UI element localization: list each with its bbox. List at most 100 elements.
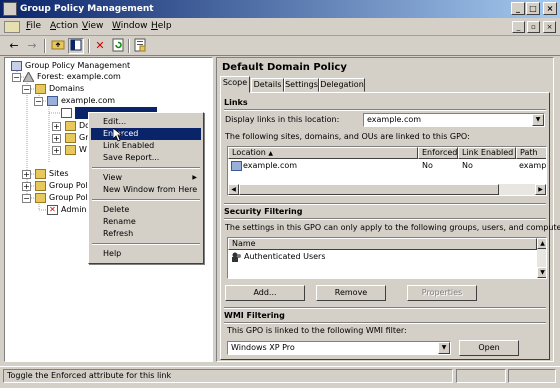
- expander-sites[interactable]: +: [22, 170, 31, 179]
- scroll-up-icon[interactable]: ▲: [537, 238, 546, 249]
- column-link-enabled[interactable]: Link Enabled: [458, 147, 516, 159]
- menu-item-link-enabled[interactable]: Link Enabled: [91, 140, 201, 152]
- menu-item-delete[interactable]: Delete: [91, 204, 201, 216]
- tree-node-gp-results-label: Group Poli: [49, 193, 90, 202]
- links-heading: Links: [224, 98, 248, 107]
- row-enforced: No: [422, 161, 433, 170]
- users-group-icon: [231, 252, 242, 262]
- show-hide-tree-icon[interactable]: [68, 38, 84, 54]
- section-divider: [224, 218, 546, 220]
- status-bar: Toggle the Enforced attribute for this l…: [0, 366, 560, 384]
- display-links-label: Display links in this location:: [225, 115, 340, 124]
- status-panel: [456, 369, 506, 383]
- ou-folder-icon: [65, 145, 76, 155]
- section-divider: [224, 203, 546, 205]
- refresh-icon[interactable]: [110, 38, 126, 54]
- location-dropdown[interactable]: example.com ▼: [363, 113, 545, 127]
- section-divider: [224, 307, 546, 309]
- scroll-down-icon[interactable]: ▼: [537, 267, 546, 278]
- tree-node-gp-modeling-label: Group Poli: [49, 181, 90, 190]
- close-button[interactable]: ×: [543, 2, 557, 15]
- maximize-button[interactable]: □: [526, 2, 540, 15]
- tab-details[interactable]: Details: [251, 78, 284, 92]
- row-location: example.com: [243, 161, 298, 170]
- scroll-right-icon[interactable]: ▶: [535, 184, 546, 195]
- expander-child-do[interactable]: +: [52, 122, 61, 131]
- gpmc-root-icon: [11, 61, 22, 71]
- open-button[interactable]: Open: [459, 340, 519, 356]
- tab-scope[interactable]: Scope: [220, 76, 250, 93]
- expander-child-w[interactable]: +: [52, 146, 61, 155]
- section-divider: [224, 109, 546, 111]
- mdi-minimize-button[interactable]: _: [512, 21, 525, 33]
- toolbar-separator: [44, 39, 46, 53]
- remove-button[interactable]: Remove: [316, 285, 386, 301]
- gpmc-app-icon: [3, 2, 17, 16]
- menu-item-refresh[interactable]: Refresh: [91, 228, 201, 240]
- links-horizontal-scrollbar[interactable]: ◀ ▶: [228, 184, 546, 195]
- scroll-thumb[interactable]: [239, 184, 499, 195]
- add-button[interactable]: Add...: [225, 285, 305, 301]
- result-report-icon: ✕: [47, 205, 58, 215]
- wmi-filter-dropdown[interactable]: Windows XP Pro ▼: [227, 341, 451, 355]
- column-enforced[interactable]: Enforced: [418, 147, 458, 159]
- scroll-left-icon[interactable]: ◀: [228, 184, 239, 195]
- menu-file[interactable]: File: [26, 21, 41, 31]
- column-path[interactable]: Path: [516, 147, 546, 159]
- expander-gp-modeling[interactable]: +: [22, 182, 31, 191]
- tree-node-forest-label: Forest: example.com: [37, 72, 121, 81]
- domains-folder-icon: [35, 84, 46, 94]
- delete-icon[interactable]: ✕: [92, 38, 108, 54]
- scope-tab-panel: Links Display links in this location: ex…: [220, 92, 560, 360]
- expander-domains[interactable]: −: [22, 85, 31, 94]
- modeling-folder-icon: [35, 181, 46, 191]
- menu-item-new-window[interactable]: New Window from Here: [91, 184, 201, 196]
- window-title: Group Policy Management: [20, 4, 154, 14]
- links-list[interactable]: Location ▲ Enforced Link Enabled Path ex…: [227, 146, 547, 196]
- menu-bar: File Action View Window Help: [0, 18, 560, 36]
- up-folder-icon[interactable]: [50, 38, 66, 54]
- menu-item-enforced[interactable]: Enforced: [91, 128, 201, 140]
- menu-separator: [92, 199, 200, 201]
- dropdown-arrow-icon[interactable]: ▼: [532, 114, 544, 126]
- ou-folder-icon: [65, 121, 76, 131]
- list-item-label: Authenticated Users: [244, 252, 326, 261]
- expander-domain[interactable]: −: [34, 97, 43, 106]
- mmc-document-icon[interactable]: [4, 21, 20, 33]
- security-list[interactable]: Name Authenticated Users ▲ ▼: [227, 237, 547, 279]
- mdi-restore-button[interactable]: ▫: [527, 21, 540, 33]
- menu-view[interactable]: View: [82, 21, 103, 31]
- expander-gp-results[interactable]: −: [22, 194, 31, 203]
- menu-item-rename[interactable]: Rename: [91, 216, 201, 228]
- expander-forest[interactable]: −: [12, 73, 21, 82]
- menu-help[interactable]: Help: [151, 21, 172, 31]
- status-text: Toggle the Enforced attribute for this l…: [3, 369, 453, 383]
- tab-delegation[interactable]: Delegation: [319, 78, 365, 92]
- row-path: example: [519, 161, 547, 170]
- properties-icon[interactable]: [132, 38, 148, 54]
- column-location[interactable]: Location ▲: [228, 147, 418, 159]
- tree-node-sites-label: Sites: [49, 169, 69, 178]
- menu-item-help[interactable]: Help: [91, 248, 201, 260]
- menu-window[interactable]: Window: [112, 21, 148, 31]
- menu-item-save-report[interactable]: Save Report...: [91, 152, 201, 164]
- menu-action[interactable]: Action: [50, 21, 78, 31]
- gpo-link-icon: [61, 108, 72, 118]
- toolbar-separator: [88, 39, 90, 53]
- properties-button: Properties: [407, 285, 477, 301]
- domain-icon: [231, 161, 242, 171]
- dropdown-arrow-icon[interactable]: ▼: [438, 342, 450, 354]
- menu-item-view[interactable]: View ▶: [91, 172, 201, 184]
- ou-folder-icon: [65, 133, 76, 143]
- tab-settings[interactable]: Settings: [284, 78, 319, 92]
- security-vertical-scrollbar[interactable]: ▲ ▼: [537, 238, 546, 278]
- forward-icon[interactable]: →: [24, 38, 40, 54]
- menu-item-edit[interactable]: Edit...: [91, 116, 201, 128]
- back-icon[interactable]: ←: [6, 38, 22, 54]
- wmi-filter-value: Windows XP Pro: [231, 343, 295, 352]
- column-name[interactable]: Name: [228, 238, 537, 250]
- mdi-close-button[interactable]: ×: [543, 21, 556, 33]
- minimize-button[interactable]: _: [511, 2, 525, 15]
- expander-child-gr[interactable]: +: [52, 134, 61, 143]
- domain-icon: [47, 96, 58, 106]
